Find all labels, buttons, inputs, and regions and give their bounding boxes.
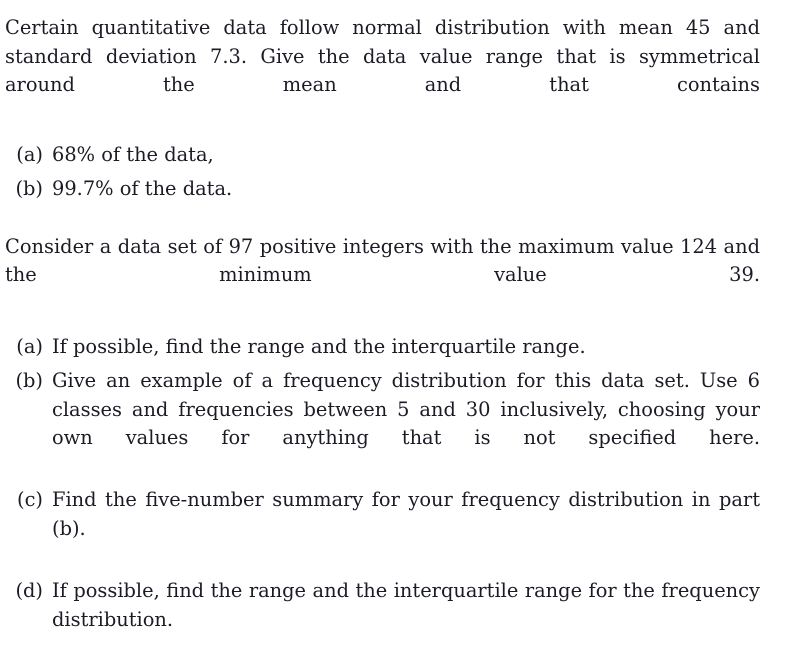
list-item-label: (b) [15, 368, 43, 392]
list-item-label: (b) [15, 176, 43, 200]
list-item-label: (a) [16, 335, 43, 359]
list-item: (d) If possible, find the range and the … [5, 577, 760, 663]
problem-2-list: (a) If possible, find the range and the … [5, 333, 760, 663]
list-item-text: Give an example of a frequency distribut… [52, 368, 760, 450]
list-item-label: (c) [17, 488, 43, 512]
problem-1-statement: Certain quantitative data follow normal … [5, 16, 760, 97]
list-item: (a) 68% of the data, [5, 141, 760, 170]
list-item-label: (a) [16, 143, 43, 167]
document-page: Certain quantitative data follow normal … [0, 0, 797, 631]
list-item: (a) If possible, find the range and the … [5, 333, 760, 362]
list-item: (c) Find the five-number summary for you… [5, 486, 760, 572]
problem-1-list: (a) 68% of the data, (b) 99.7% of the da… [5, 141, 760, 203]
list-item: (b) Give an example of a frequency distr… [5, 367, 760, 481]
problem-2-statement: Consider a data set of 97 positive integ… [5, 234, 760, 287]
list-item-text: 99.7% of the data. [52, 176, 233, 200]
list-item-text: If possible, find the range and the inte… [52, 579, 760, 631]
list-item: (b) 99.7% of the data. [5, 175, 760, 204]
list-item-text: Find the five-number summary for your fr… [52, 488, 760, 540]
list-item-text: If possible, find the range and the inte… [52, 335, 586, 359]
list-item-label: (d) [15, 579, 43, 603]
list-item-text: 68% of the data, [52, 143, 214, 167]
